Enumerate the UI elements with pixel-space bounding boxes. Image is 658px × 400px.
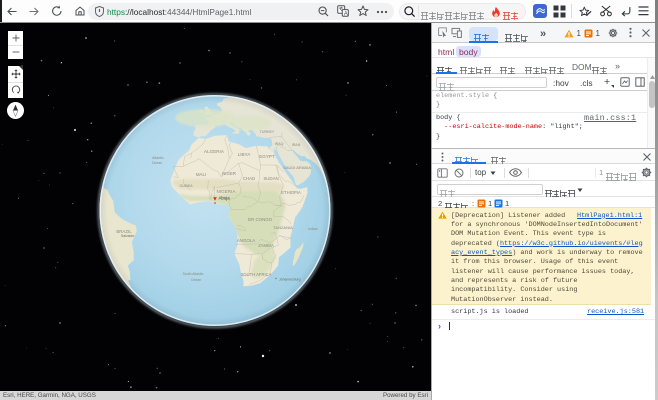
svg-text:NIGER: NIGER — [222, 171, 236, 176]
svg-text:IRAN: IRAN — [292, 143, 301, 147]
svg-text:MALI: MALI — [196, 172, 206, 177]
svg-text:DR CONGO: DR CONGO — [248, 217, 273, 222]
svg-text:GUINEA: GUINEA — [180, 184, 194, 188]
svg-text:SOUTH AFRICA: SOUTH AFRICA — [241, 272, 272, 277]
svg-text:ALGERIA: ALGERIA — [204, 149, 225, 154]
svg-text:SAUDI ARABIA: SAUDI ARABIA — [283, 165, 311, 170]
svg-text:Atlantic: Atlantic — [152, 156, 164, 160]
svg-text:Salvador: Salvador — [121, 234, 135, 238]
svg-text:South Atlantic: South Atlantic — [183, 272, 204, 276]
svg-text:Indian: Indian — [308, 227, 317, 231]
svg-text:A: A — [344, 11, 348, 17]
svg-text:ANGOLA: ANGOLA — [237, 238, 255, 243]
svg-text:ZAMBIA: ZAMBIA — [258, 243, 274, 248]
svg-text:Ocean: Ocean — [191, 278, 201, 282]
svg-text:LIBYA: LIBYA — [238, 152, 252, 157]
svg-text:TANZANIA: TANZANIA — [273, 225, 293, 230]
svg-text:EGYPT: EGYPT — [259, 154, 275, 159]
svg-text:TURKEY: TURKEY — [260, 130, 275, 134]
svg-text:NIGERIA: NIGERIA — [217, 189, 237, 194]
svg-text:SUDAN: SUDAN — [263, 176, 278, 181]
svg-text:ETHIOPIA: ETHIOPIA — [281, 190, 301, 195]
svg-text:CHAD: CHAD — [243, 176, 255, 181]
svg-text:Ocean: Ocean — [152, 161, 163, 165]
svg-text:Abuja: Abuja — [219, 196, 231, 201]
svg-text:Johannesburg: Johannesburg — [279, 278, 301, 282]
svg-text:IRAQ: IRAQ — [275, 142, 284, 146]
